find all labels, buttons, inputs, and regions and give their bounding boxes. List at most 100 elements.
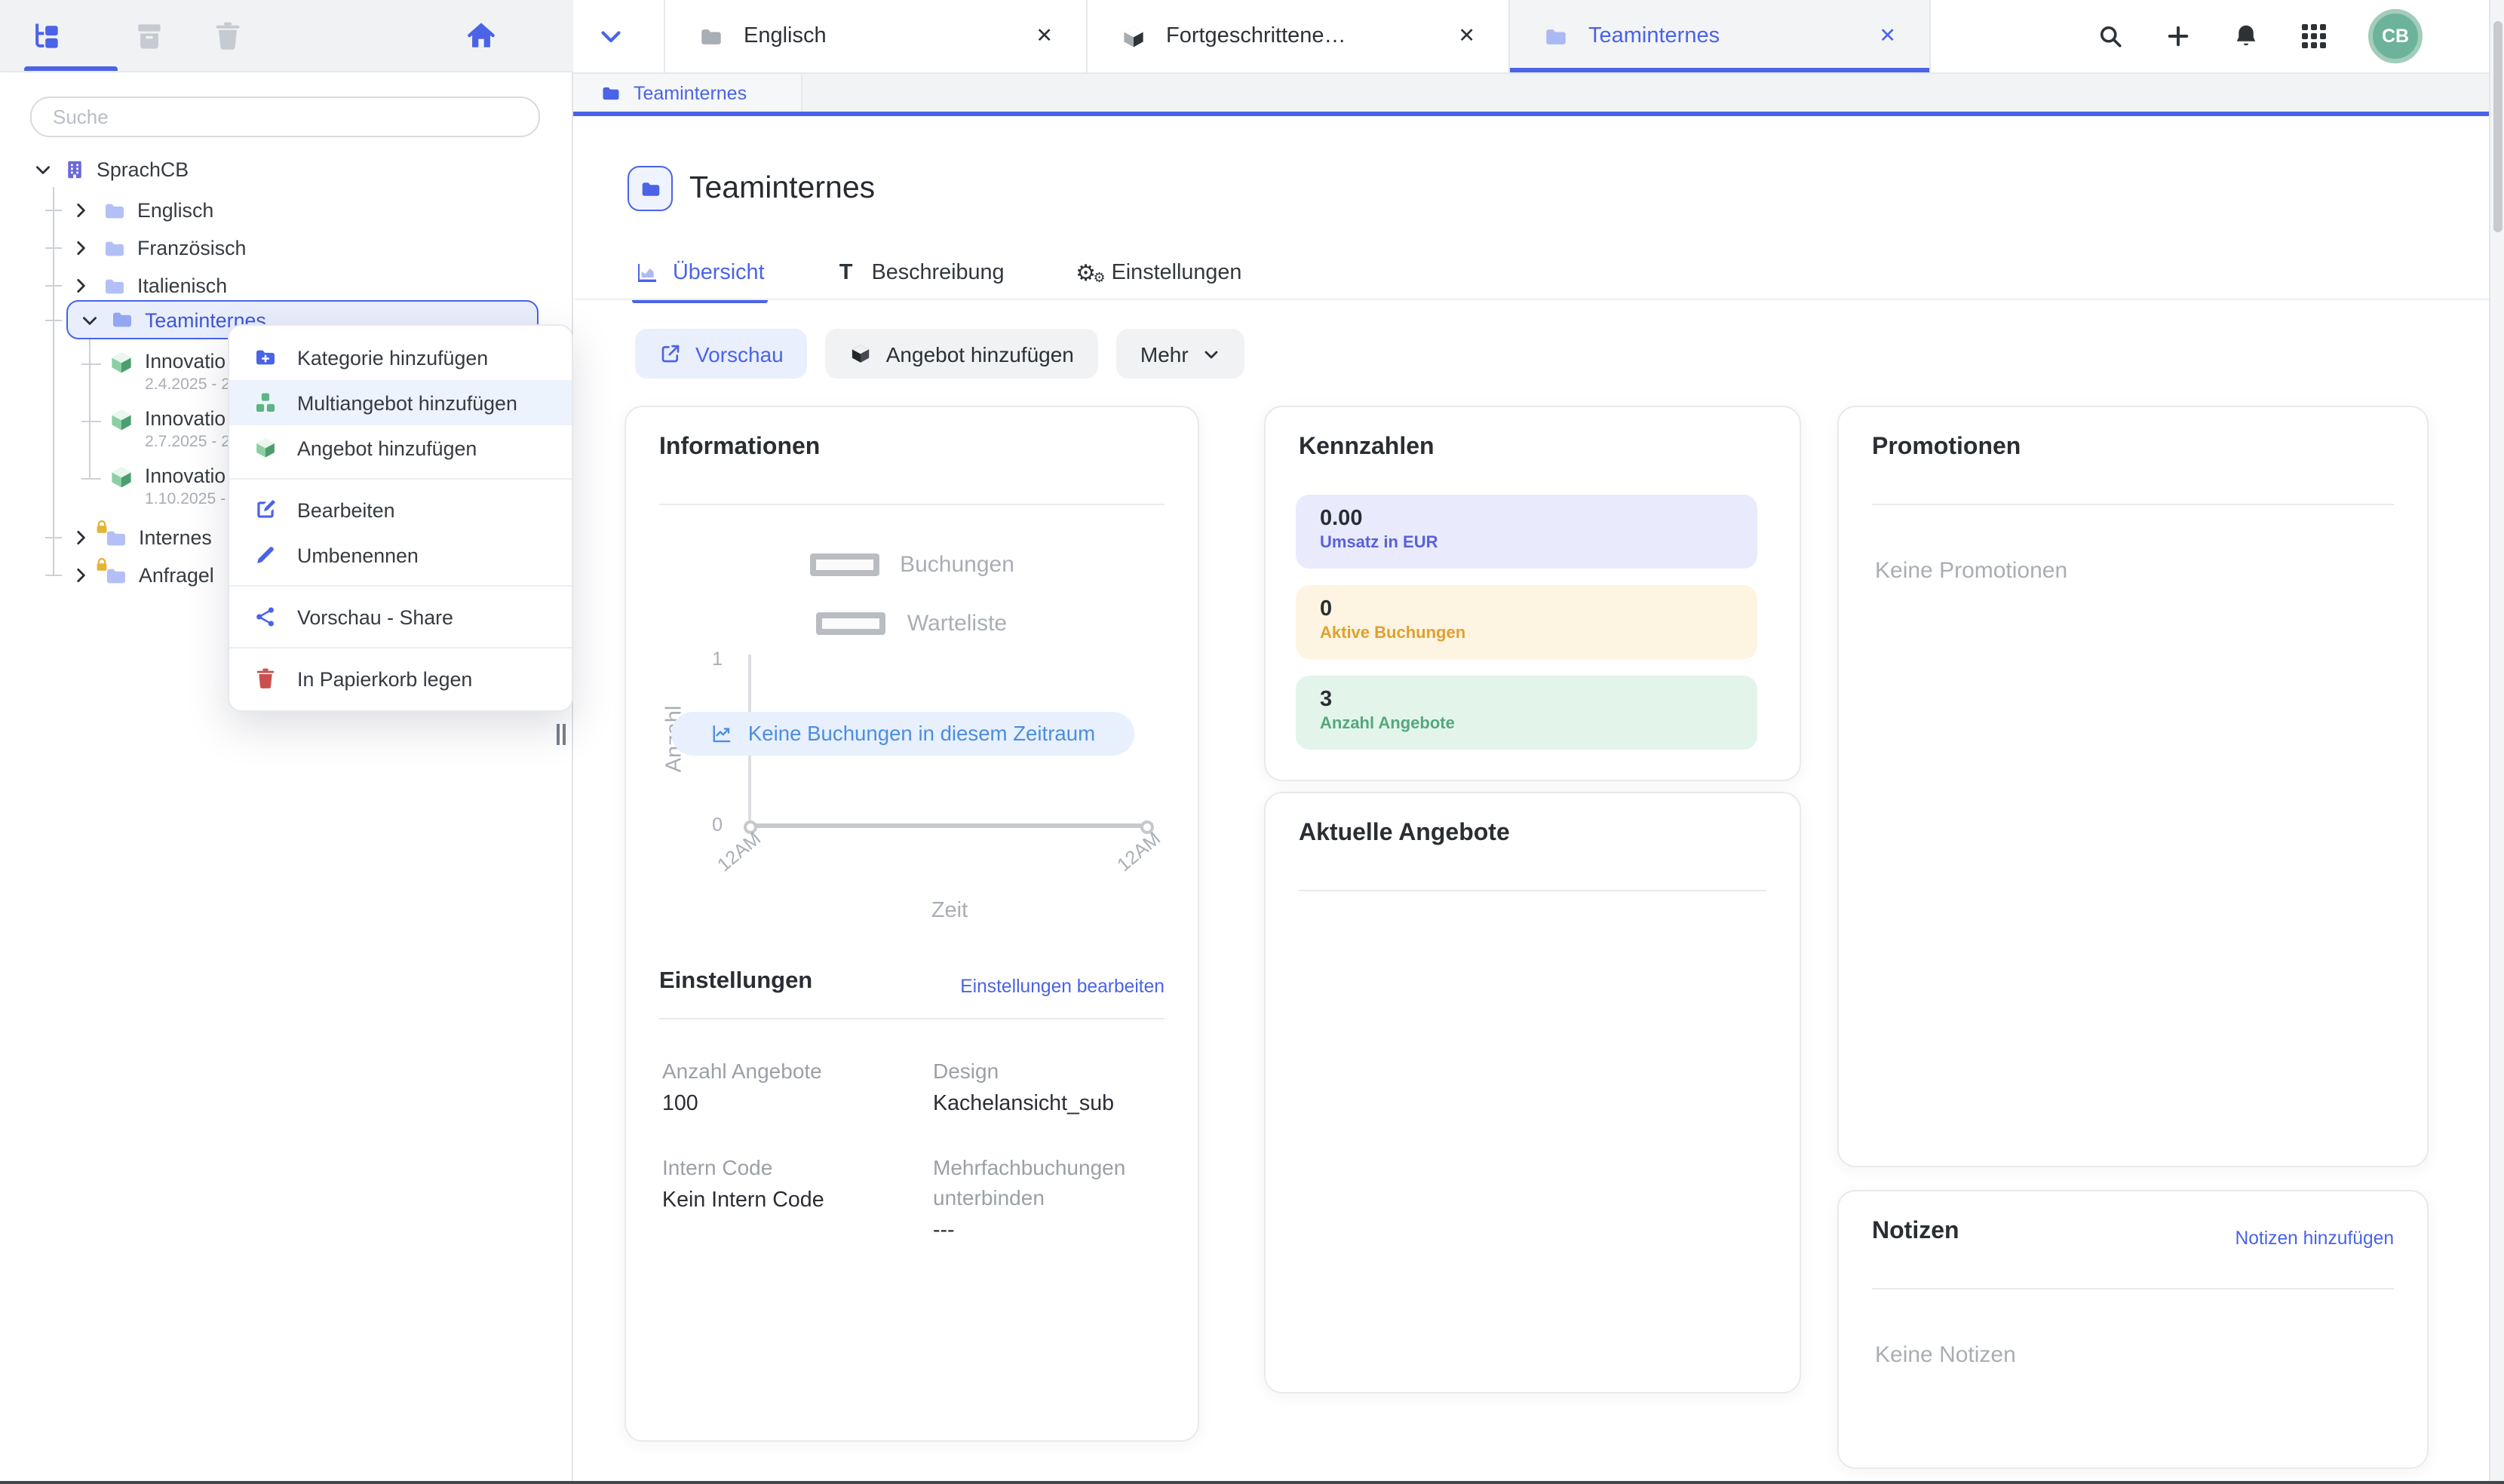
more-button[interactable]: Mehr: [1116, 329, 1244, 379]
search-icon[interactable]: [2097, 23, 2124, 50]
folder-icon: [1543, 23, 1569, 49]
card-informationen: Informationen BuchungenWarteliste 1 0 12…: [624, 406, 1199, 1442]
plus-icon[interactable]: [2165, 23, 2192, 50]
folder-icon: [600, 82, 621, 103]
menu-item-umbenennen[interactable]: Umbenennen: [229, 532, 572, 578]
tree-item-label: Anfragel: [139, 564, 214, 587]
bell-icon[interactable]: [2232, 23, 2260, 50]
tab-close-icon[interactable]: ✕: [1879, 24, 1896, 48]
tab-label: Beschreibung: [872, 261, 1005, 285]
text-t-icon: T: [834, 261, 858, 285]
tree-item-root[interactable]: SprachCB: [0, 151, 572, 189]
tree-offer-dates: 1.10.2025 - 1: [145, 489, 239, 510]
chev-right-icon: [71, 276, 91, 296]
edit-icon: [253, 498, 278, 522]
menu-divider: [229, 585, 572, 587]
scrollbar: [2489, 0, 2504, 1484]
settings-field: Intern Code Kein Intern Code: [662, 1152, 906, 1246]
no-bookings-badge: Keine Buchungen in diesem Zeitraum: [671, 712, 1134, 756]
tree-root-label: SprachCB: [97, 158, 189, 181]
menu-item-in-papierkorb-legen[interactable]: In Papierkorb legen: [229, 656, 572, 701]
card-aktuelle-angebote: Aktuelle Angebote: [1264, 792, 1801, 1394]
card-title: Notizen: [1872, 1219, 1959, 1246]
chart-area-icon: [635, 261, 659, 285]
locked-folder-icon: [103, 563, 128, 587]
tree-item-englisch[interactable]: Englisch: [0, 192, 572, 229]
tab-beschreibung[interactable]: T Beschreibung: [834, 255, 1005, 291]
tree-item-französisch[interactable]: Französisch: [0, 229, 572, 267]
scrollbar-thumb[interactable]: [2493, 21, 2502, 232]
legend-item[interactable]: Warteliste: [659, 605, 1165, 641]
menu-item-bearbeiten[interactable]: Bearbeiten: [229, 487, 572, 532]
global-actions: CB: [2097, 0, 2423, 72]
preview-button[interactable]: Vorschau: [635, 329, 808, 379]
add-notes-link[interactable]: Notizen hinzufügen: [2235, 1228, 2394, 1249]
sidebar-resize-handle[interactable]: [557, 724, 569, 745]
tab-close-icon[interactable]: ✕: [1036, 24, 1053, 48]
trash-icon[interactable]: [211, 20, 244, 53]
tab-übersicht[interactable]: Übersicht: [635, 255, 765, 291]
folder-icon: [110, 308, 134, 332]
avatar[interactable]: CB: [2368, 9, 2423, 63]
divider: [659, 1018, 1165, 1019]
add-offer-button[interactable]: Angebot hinzufügen: [826, 329, 1098, 379]
settings-field-label: Design: [933, 1056, 1177, 1086]
empty-state-text: Keine Notizen: [1875, 1342, 2016, 1368]
tab-label: Einstellungen: [1112, 261, 1242, 285]
apps-grid-icon[interactable]: [2300, 23, 2328, 50]
x-axis-tick: 12AM: [1113, 828, 1165, 875]
legend-swatch: [817, 612, 886, 634]
settings-field: DesignKachelansicht_sub: [933, 1056, 1177, 1119]
tree-connector: [45, 320, 62, 321]
stat-value: 0.00: [1320, 507, 1733, 532]
document-tab-teaminternes[interactable]: Teaminternes✕: [1508, 0, 1931, 72]
edit-settings-link[interactable]: Einstellungen bearbeiten: [960, 976, 1165, 997]
breadcrumb[interactable]: Teaminternes: [573, 74, 802, 112]
document-tab-englisch[interactable]: Englisch✕: [664, 0, 1086, 72]
menu-item-label: Umbenennen: [297, 544, 419, 566]
chart-legend: Buchungen Warteliste: [659, 546, 1165, 664]
folder-plus-icon: [253, 345, 278, 369]
menu-item-kategorie-hinzufügen[interactable]: Kategorie hinzufügen: [229, 335, 572, 380]
tree-item-italienisch[interactable]: Italienisch: [0, 267, 572, 305]
folder-tree-icon[interactable]: [30, 20, 63, 53]
menu-item-angebot-hinzufügen[interactable]: Angebot hinzufügen: [229, 425, 572, 471]
divider: [1872, 504, 2394, 505]
menu-item-vorschau-share[interactable]: Vorschau - Share: [229, 594, 572, 639]
tab-einstellungen[interactable]: ⚙⚙ Einstellungen: [1074, 255, 1242, 291]
app-window: Englisch✕Fortgeschrittene…✕Teaminternes✕…: [0, 0, 2504, 1484]
chevron-down-icon[interactable]: [80, 310, 100, 330]
tab-close-icon[interactable]: ✕: [1458, 24, 1475, 48]
tree-offer-text: Innovatio1.10.2025 - 1: [145, 463, 239, 510]
folder-icon: [103, 198, 127, 222]
sidebar: SprachCB EnglischFranzösischItalienisch …: [0, 72, 573, 1481]
menu-item-label: Bearbeiten: [297, 498, 395, 521]
chevron-down-icon[interactable]: [33, 160, 53, 179]
y-axis-tick: 0: [698, 814, 723, 836]
x-axis-label: Zeit: [751, 899, 1148, 923]
menu-item-multiangebot-hinzufügen[interactable]: Multiangebot hinzufügen: [229, 380, 572, 425]
trash-icon: [253, 667, 278, 691]
settings-fields: Anzahl Angebote100DesignKachelansicht_su…: [662, 1056, 1177, 1246]
tree-item-label: Italienisch: [137, 274, 227, 297]
cubes-icon: [253, 391, 278, 415]
folder-icon: [698, 23, 724, 49]
settings-field-value: Kein Intern Code: [662, 1187, 906, 1216]
settings-field-label: Intern Code: [662, 1152, 906, 1182]
tabs-chevron-down-icon[interactable]: [597, 23, 624, 50]
folder-icon: [103, 274, 127, 298]
cube-icon: [1121, 23, 1146, 49]
legend-item[interactable]: Buchungen: [659, 546, 1165, 582]
main-content: Teaminternes ÜbersichtTBeschreibung⚙⚙Ein…: [575, 116, 2489, 1481]
tabs-divider: [575, 299, 2489, 300]
share-icon: [253, 605, 278, 629]
sidebar-toolbar: [0, 0, 573, 72]
archive-icon[interactable]: [133, 20, 166, 53]
add-offer-button-label: Angebot hinzufügen: [886, 342, 1074, 366]
gear-icon: ⚙⚙: [1074, 261, 1098, 285]
pen-icon: [253, 543, 278, 567]
tree-offer-title: Innovatio: [145, 406, 230, 431]
document-tab-fortgeschrittene-[interactable]: Fortgeschrittene…✕: [1086, 0, 1508, 72]
chev-right-icon: [71, 528, 91, 547]
home-icon[interactable]: [465, 20, 498, 53]
